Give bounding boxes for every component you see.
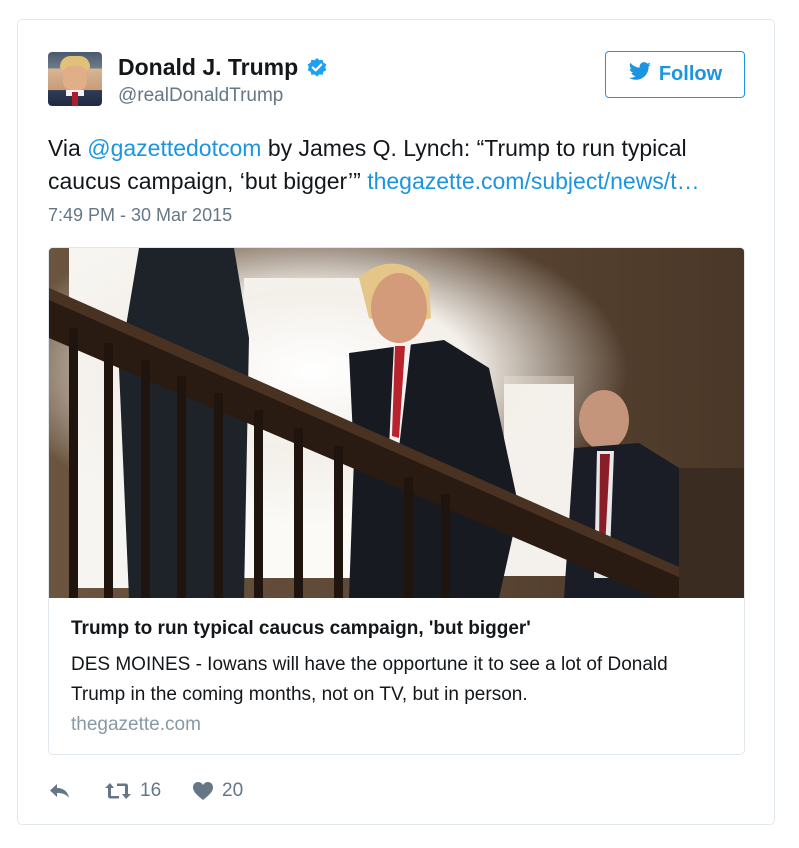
tweet-prefix: Via: [48, 135, 88, 161]
reply-icon: [48, 781, 72, 801]
tweet-timestamp[interactable]: 7:49 PM - 30 Mar 2015: [48, 205, 232, 226]
author-name[interactable]: Donald J. Trump: [118, 54, 298, 81]
verified-badge-icon: [306, 57, 328, 79]
avatar-face: [63, 66, 87, 90]
link-card-title[interactable]: Trump to run typical caucus campaign, 'b…: [71, 618, 531, 640]
follow-label: Follow: [658, 63, 723, 85]
retweet-count: 16: [140, 780, 162, 801]
link-card-description: DES MOINES - Iowans will have the opport…: [71, 654, 668, 705]
avatar-tie: [72, 92, 78, 106]
bird-icon: [628, 61, 652, 88]
author-name-row[interactable]: Donald J. Trump: [118, 54, 328, 81]
article-photo: [49, 248, 744, 598]
avatar[interactable]: [48, 52, 102, 106]
link-card-domain: thegazette.com: [71, 714, 201, 735]
retweet-icon: [104, 781, 132, 801]
tweet-text: Via @gazettedotcom by James Q. Lynch: “T…: [48, 132, 748, 198]
link-card[interactable]: Trump to run typical caucus campaign, 'b…: [48, 247, 745, 755]
follow-button[interactable]: Follow: [605, 51, 745, 98]
heart-icon: [192, 781, 214, 801]
article-link[interactable]: thegazette.com/subject/news/t…: [367, 168, 699, 194]
tweet-card: Donald J. Trump @realDonaldTrump Follow …: [17, 19, 775, 825]
mention-link[interactable]: @gazettedotcom: [87, 135, 261, 161]
like-button[interactable]: 20: [192, 780, 243, 802]
tweet-actions: 16 20: [48, 776, 243, 806]
reply-button[interactable]: [48, 781, 98, 801]
author-handle[interactable]: @realDonaldTrump: [118, 85, 283, 107]
like-count: 20: [222, 780, 244, 801]
retweet-button[interactable]: 16: [104, 780, 192, 802]
